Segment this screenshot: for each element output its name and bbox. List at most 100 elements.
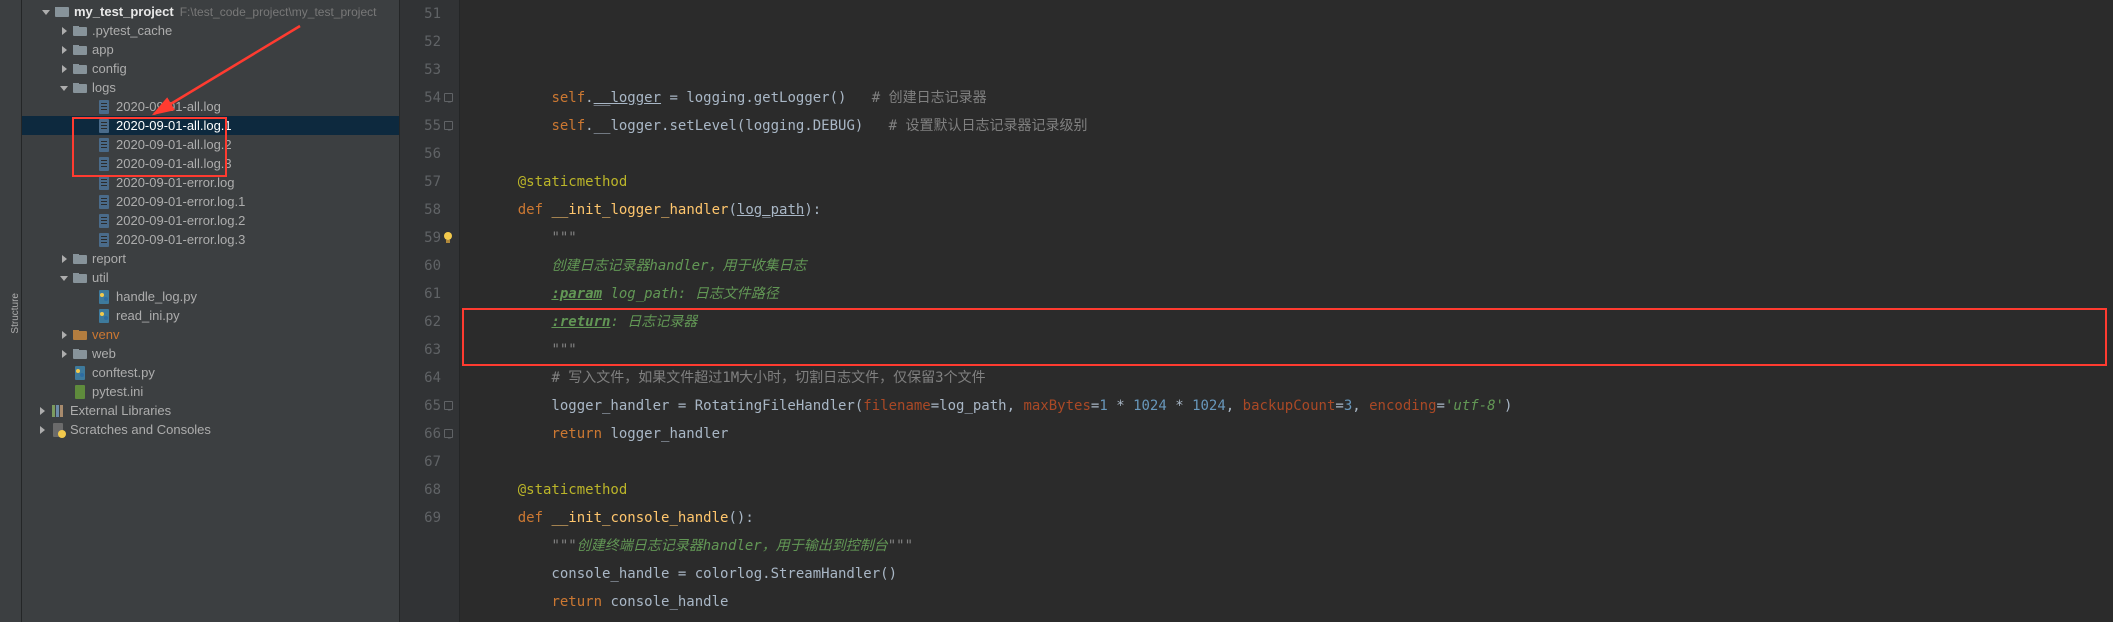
code-line[interactable] — [484, 140, 2113, 168]
file-log-icon — [96, 175, 112, 191]
tree-row-label: config — [92, 60, 127, 78]
code-line[interactable]: self.__logger.setLevel(logging.DEBUG) # … — [484, 112, 2113, 140]
code-line[interactable]: """ — [484, 336, 2113, 364]
file-py-icon — [96, 289, 112, 305]
tree-row[interactable]: logs — [22, 78, 399, 97]
code-line[interactable]: """ — [484, 224, 2113, 252]
fold-toggle-icon[interactable] — [444, 93, 453, 102]
tree-expand-arrow — [58, 386, 70, 398]
code-line[interactable]: """创建终端日志记录器handler，用于输出到控制台""" — [484, 532, 2113, 560]
tree-expand-arrow — [82, 291, 94, 303]
tree-expand-arrow[interactable] — [58, 272, 70, 284]
tree-row[interactable]: read_ini.py — [22, 306, 399, 325]
tree-row-label: 2020-09-01-all.log — [116, 98, 221, 116]
line-number: 57 — [400, 168, 441, 196]
tree-expand-arrow[interactable] — [58, 44, 70, 56]
code-line[interactable]: def __init_logger_handler(log_path): — [484, 196, 2113, 224]
tree-row-label: handle_log.py — [116, 288, 197, 306]
line-number: 60 — [400, 252, 441, 280]
code-line[interactable]: @staticmethod — [484, 476, 2113, 504]
code-line[interactable]: return logger_handler — [484, 420, 2113, 448]
tree-expand-arrow — [82, 215, 94, 227]
tree-row[interactable]: handle_log.py — [22, 287, 399, 306]
tree-expand-arrow — [82, 120, 94, 132]
tree-expand-arrow[interactable] — [58, 253, 70, 265]
tree-row-label: app — [92, 41, 114, 59]
fold-toggle-icon[interactable] — [444, 121, 453, 130]
folder-root-icon — [54, 4, 70, 20]
tree-row[interactable]: config — [22, 59, 399, 78]
tree-row[interactable]: 2020-09-01-all.log.3 — [22, 154, 399, 173]
tree-row[interactable]: util — [22, 268, 399, 287]
code-line[interactable]: @staticmethod — [484, 168, 2113, 196]
structure-tab-label[interactable]: Structure — [10, 293, 21, 334]
fold-toggle-icon[interactable] — [444, 429, 453, 438]
intention-bulb-icon[interactable] — [441, 230, 455, 244]
tree-expand-arrow[interactable] — [40, 6, 52, 18]
line-number: 52 — [400, 28, 441, 56]
tree-row[interactable]: 2020-09-01-all.log.2 — [22, 135, 399, 154]
code-line[interactable]: self.__logger = logging.getLogger() # 创建… — [484, 84, 2113, 112]
tree-row[interactable]: pytest.ini — [22, 382, 399, 401]
tree-row[interactable]: web — [22, 344, 399, 363]
code-line[interactable]: # 写入文件，如果文件超过1M大小时，切割日志文件，仅保留3个文件 — [484, 364, 2113, 392]
tree-row[interactable]: venv — [22, 325, 399, 344]
line-number: 69 — [400, 504, 441, 532]
fold-toggle-icon[interactable] — [444, 401, 453, 410]
tree-expand-arrow[interactable] — [36, 405, 48, 417]
tree-row-label: 2020-09-01-all.log.3 — [116, 155, 232, 173]
tree-row[interactable]: 2020-09-01-error.log.1 — [22, 192, 399, 211]
tree-expand-arrow[interactable] — [58, 82, 70, 94]
tree-expand-arrow — [82, 158, 94, 170]
tree-row-label: 2020-09-01-error.log — [116, 174, 235, 192]
folder-icon — [72, 346, 88, 362]
file-log-icon — [96, 194, 112, 210]
tree-expand-arrow — [82, 196, 94, 208]
tree-row[interactable]: 2020-09-01-error.log — [22, 173, 399, 192]
tree-expand-arrow[interactable] — [58, 348, 70, 360]
tree-row[interactable]: Scratches and Consoles — [22, 420, 399, 439]
folder-icon — [72, 80, 88, 96]
tree-expand-arrow[interactable] — [36, 424, 48, 436]
code-line[interactable]: :return: 日志记录器 — [484, 308, 2113, 336]
tree-row[interactable]: 2020-09-01-error.log.2 — [22, 211, 399, 230]
scratch-icon — [50, 422, 66, 438]
tree-row[interactable]: 2020-09-01-all.log — [22, 97, 399, 116]
tree-expand-arrow — [82, 177, 94, 189]
tree-row[interactable]: my_test_project F:\test_code_project\my_t… — [22, 2, 399, 21]
code-line[interactable] — [484, 448, 2113, 476]
code-line[interactable]: :param log_path: 日志文件路径 — [484, 280, 2113, 308]
tree-row-label: my_test_project — [74, 3, 174, 21]
project-tree[interactable]: my_test_project F:\test_code_project\my_t… — [22, 0, 400, 622]
code-editor[interactable]: 51525354555657585960616263646566676869 s… — [400, 0, 2113, 622]
tree-row[interactable]: External Libraries — [22, 401, 399, 420]
line-number: 67 — [400, 448, 441, 476]
tree-row-hint: F:\test_code_project\my_test_project — [180, 3, 377, 21]
tree-row[interactable]: 2020-09-01-all.log.1 — [22, 116, 399, 135]
tree-row-label: 2020-09-01-error.log.3 — [116, 231, 245, 249]
file-log-icon — [96, 232, 112, 248]
line-number: 51 — [400, 0, 441, 28]
tree-row-label: logs — [92, 79, 116, 97]
folder-icon — [72, 61, 88, 77]
tree-row[interactable]: 2020-09-01-error.log.3 — [22, 230, 399, 249]
code-line[interactable]: console_handle = colorlog.StreamHandler(… — [484, 560, 2113, 588]
code-line[interactable]: def __init_console_handle(): — [484, 504, 2113, 532]
file-log-icon — [96, 213, 112, 229]
tree-row[interactable]: app — [22, 40, 399, 59]
file-log-icon — [96, 137, 112, 153]
code-line[interactable]: logger_handler = RotatingFileHandler(fil… — [484, 392, 2113, 420]
code-line[interactable]: 创建日志记录器handler，用于收集日志 — [484, 252, 2113, 280]
tree-expand-arrow[interactable] — [58, 329, 70, 341]
editor-code-area[interactable]: self.__logger = logging.getLogger() # 创建… — [460, 0, 2113, 622]
code-line[interactable]: return console_handle — [484, 588, 2113, 616]
tree-row[interactable]: report — [22, 249, 399, 268]
tree-row[interactable]: .pytest_cache — [22, 21, 399, 40]
tree-row[interactable]: conftest.py — [22, 363, 399, 382]
folder-icon — [72, 251, 88, 267]
file-log-icon — [96, 99, 112, 115]
tree-row-label: 2020-09-01-all.log.2 — [116, 136, 232, 154]
tree-expand-arrow[interactable] — [58, 25, 70, 37]
tree-expand-arrow[interactable] — [58, 63, 70, 75]
tree-row-label: conftest.py — [92, 364, 155, 382]
